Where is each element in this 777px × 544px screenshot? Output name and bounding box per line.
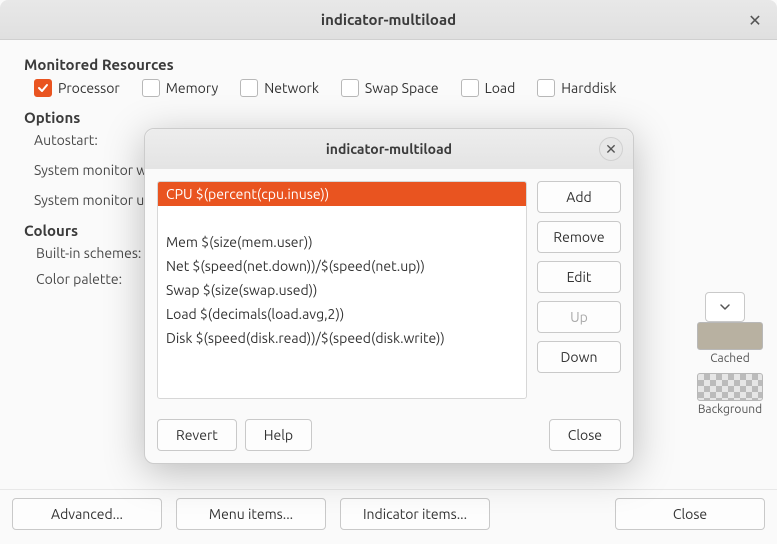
- checkbox-swap-label: Swap Space: [365, 80, 439, 96]
- list-item[interactable]: Net $(speed(net.down))/$(speed(net.up)): [158, 254, 526, 278]
- main-close-footer-button[interactable]: Close: [615, 498, 765, 530]
- colour-swatches: Cached Background: [697, 322, 763, 422]
- up-button[interactable]: Up: [537, 301, 621, 333]
- checkbox-harddisk[interactable]: Harddisk: [537, 79, 616, 97]
- checkbox-load-label: Load: [485, 80, 516, 96]
- list-item[interactable]: Load $(decimals(load.avg,2)): [158, 302, 526, 326]
- section-monitored-resources: Monitored Resources: [24, 56, 753, 73]
- main-close-button[interactable]: ✕: [745, 10, 765, 30]
- chevron-down-icon: [719, 301, 731, 313]
- swatch-background[interactable]: [697, 373, 763, 401]
- check-icon: [34, 79, 52, 97]
- list-item[interactable]: Mem $(size(mem.user)): [158, 230, 526, 254]
- checkbox-network-label: Network: [264, 80, 319, 96]
- advanced-button[interactable]: Advanced...: [12, 498, 162, 530]
- checkbox-box-icon: [240, 79, 258, 97]
- dialog-body: CPU $(percent(cpu.inuse)) Mem $(size(mem.…: [145, 169, 633, 411]
- add-button[interactable]: Add: [537, 181, 621, 213]
- checkbox-processor[interactable]: Processor: [34, 79, 120, 97]
- list-item[interactable]: CPU $(percent(cpu.inuse)): [158, 182, 526, 206]
- checkbox-memory-label: Memory: [166, 80, 219, 96]
- list-item[interactable]: Swap $(size(swap.used)): [158, 278, 526, 302]
- list-item[interactable]: [158, 206, 526, 230]
- indicator-items-dialog: indicator-multiload ✕ CPU $(percent(cpu.…: [144, 128, 634, 464]
- checkbox-memory[interactable]: Memory: [142, 79, 219, 97]
- checkbox-box-icon: [341, 79, 359, 97]
- indicator-items-button[interactable]: Indicator items...: [340, 498, 490, 530]
- checkbox-processor-label: Processor: [58, 80, 120, 96]
- menu-items-button[interactable]: Menu items...: [176, 498, 326, 530]
- main-window-title: indicator-multiload: [321, 11, 456, 28]
- checkbox-network[interactable]: Network: [240, 79, 319, 97]
- spacer: [320, 419, 541, 451]
- checkbox-box-icon: [461, 79, 479, 97]
- swatch-cached[interactable]: [697, 322, 763, 350]
- edit-button[interactable]: Edit: [537, 261, 621, 293]
- items-listbox[interactable]: CPU $(percent(cpu.inuse)) Mem $(size(mem.…: [157, 181, 527, 399]
- swatch-background-label: Background: [698, 403, 762, 416]
- dialog-side-buttons: Add Remove Edit Up Down: [537, 181, 621, 399]
- list-item[interactable]: Disk $(speed(disk.read))/$(speed(disk.wr…: [158, 326, 526, 350]
- revert-button[interactable]: Revert: [157, 419, 237, 451]
- help-button[interactable]: Help: [245, 419, 312, 451]
- section-options: Options: [24, 109, 753, 126]
- scheme-dropdown[interactable]: [705, 292, 745, 322]
- dialog-close-footer-button[interactable]: Close: [549, 419, 621, 451]
- dialog-title: indicator-multiload: [326, 141, 452, 157]
- checkbox-harddisk-label: Harddisk: [561, 80, 616, 96]
- main-titlebar: indicator-multiload ✕: [0, 0, 777, 40]
- monitored-resources-row: Processor Memory Network Swap Space Load…: [34, 79, 753, 97]
- dialog-titlebar: indicator-multiload ✕: [145, 129, 633, 169]
- swatch-cached-label: Cached: [710, 352, 750, 365]
- dialog-close-button[interactable]: ✕: [599, 137, 623, 161]
- checkbox-load[interactable]: Load: [461, 79, 516, 97]
- checkbox-box-icon: [142, 79, 160, 97]
- down-button[interactable]: Down: [537, 341, 621, 373]
- checkbox-swap[interactable]: Swap Space: [341, 79, 439, 97]
- remove-button[interactable]: Remove: [537, 221, 621, 253]
- main-footer: Advanced... Menu items... Indicator item…: [0, 489, 777, 544]
- checkbox-box-icon: [537, 79, 555, 97]
- dialog-footer: Revert Help Close: [145, 411, 633, 463]
